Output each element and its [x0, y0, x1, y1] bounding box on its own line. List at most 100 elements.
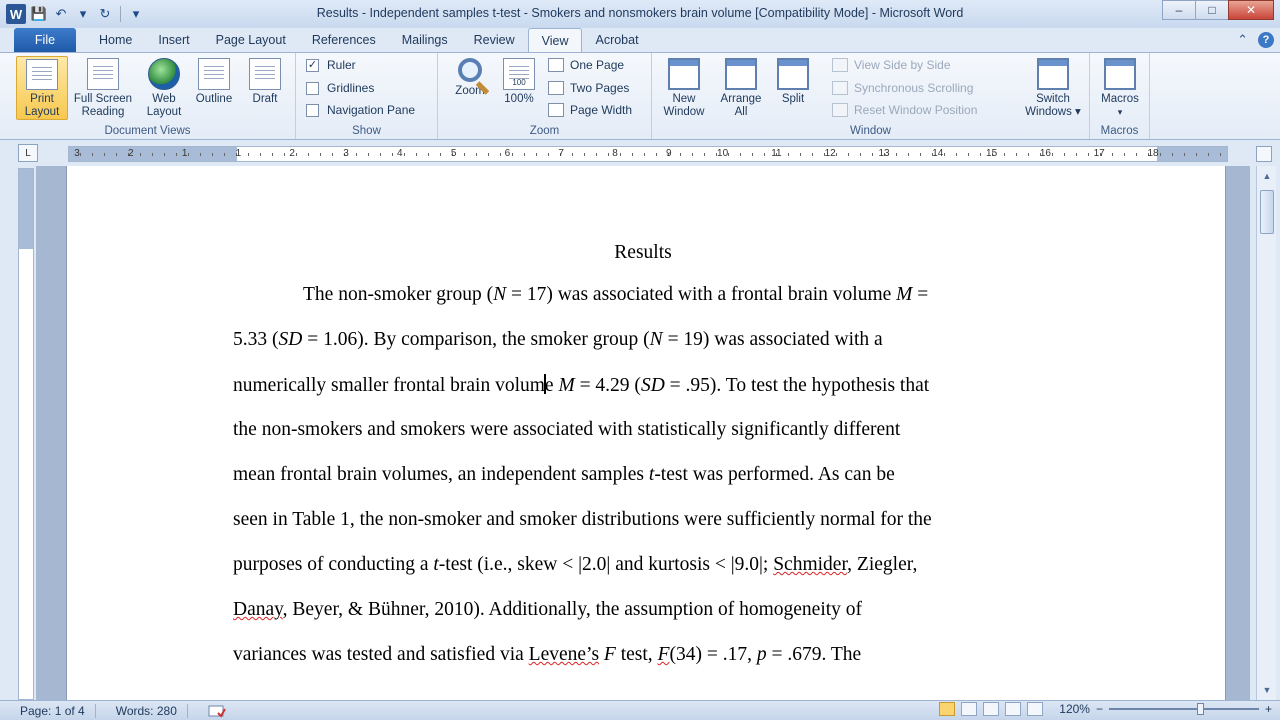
text-line: purposes of conducting a t-test (i.e., s… — [233, 554, 1063, 599]
draft-button[interactable]: Draft — [239, 56, 291, 120]
zoom-knob[interactable] — [1196, 703, 1204, 715]
ruler-number: 10 — [717, 148, 729, 159]
text-run: N — [649, 329, 663, 350]
ruler-number: 4 — [397, 148, 403, 159]
tab-selector-button[interactable]: L — [18, 144, 38, 162]
document-page[interactable]: Results The non-smoker group (N = 17) wa… — [66, 166, 1226, 700]
web-layout-button[interactable]: Web Layout — [138, 56, 190, 120]
web-layout-label: Web Layout — [146, 93, 182, 118]
page-width-button[interactable]: Page Width — [548, 103, 632, 117]
print-layout-button[interactable]: Print Layout — [16, 56, 68, 120]
customize-qat-icon[interactable]: ▾ — [127, 5, 145, 23]
word-logo-icon[interactable]: W — [6, 4, 26, 24]
vertical-scrollbar[interactable]: ▲ ▼ — [1256, 166, 1276, 700]
group-label-zoom: Zoom — [529, 125, 560, 137]
scroll-down-icon[interactable]: ▼ — [1259, 682, 1275, 698]
undo-icon[interactable]: ↶ — [52, 5, 70, 23]
zoom-100-button[interactable]: 100 100% — [493, 56, 545, 120]
split-label: Split — [781, 93, 805, 105]
zoom-in-icon[interactable]: + — [1265, 702, 1272, 716]
zoom-slider[interactable] — [1108, 702, 1259, 716]
maximize-button[interactable]: □ — [1195, 0, 1229, 20]
tab-home[interactable]: Home — [86, 28, 145, 52]
minimize-button[interactable]: – — [1162, 0, 1196, 20]
word-count[interactable]: Words: 280 — [96, 701, 187, 720]
ruler-number: 12 — [824, 148, 836, 159]
two-pages-button[interactable]: Two Pages — [548, 81, 629, 95]
save-icon[interactable]: 💾 — [30, 5, 48, 23]
view-side-by-side-button[interactable]: View Side by Side — [832, 58, 951, 72]
switch-windows-icon — [1037, 58, 1069, 90]
split-button[interactable]: Split — [767, 56, 819, 120]
draft-view-icon[interactable] — [1027, 702, 1044, 716]
help-icon[interactable]: ? — [1258, 32, 1274, 48]
web-layout-view-icon[interactable] — [983, 702, 1000, 716]
gridlines-label: Gridlines — [327, 81, 375, 95]
misspelled-word: Danay — [233, 599, 283, 620]
misspelled-word: Schmider — [773, 554, 848, 575]
text-run: seen in Table 1, the non-smoker and smok… — [233, 509, 932, 530]
text-run: the non-smokers and smokers were associa… — [233, 419, 901, 440]
text-run: SD — [640, 375, 665, 396]
quick-access-toolbar: W 💾 ↶ ▾ ↻ ▾ — [0, 4, 200, 24]
synchronous-scrolling-button[interactable]: Synchronous Scrolling — [832, 81, 973, 95]
undo-dropdown-icon[interactable]: ▾ — [74, 5, 92, 23]
horizontal-ruler[interactable]: 3 2 1 1 2 3 4 5 6 7 8 9 10 11 12 13 14 15 16 17 18 — [68, 146, 1228, 162]
ruler-number: 5 — [450, 148, 457, 159]
macros-button[interactable]: Macros ▾ — [1094, 56, 1146, 120]
reset-window-position-label: Reset Window Position — [854, 103, 978, 117]
macros-dropdown-icon: ▾ — [1117, 107, 1123, 117]
tab-view[interactable]: View — [527, 28, 583, 52]
arrange-all-button[interactable]: Arrange All — [715, 56, 767, 120]
tab-references[interactable]: References — [299, 28, 389, 52]
zoom-button[interactable]: Zoom — [444, 56, 496, 120]
page-count[interactable]: Page: 1 of 4 — [0, 701, 95, 720]
minimize-ribbon-icon[interactable]: ⌃ — [1237, 32, 1248, 48]
group-label-document-views: Document Views — [104, 125, 191, 137]
text-run: purposes of conducting a — [233, 554, 434, 575]
redo-icon[interactable]: ↻ — [96, 5, 114, 23]
full-screen-view-icon[interactable] — [961, 702, 978, 716]
ruler-number: 9 — [666, 148, 672, 159]
proofing-icon[interactable] — [188, 701, 236, 720]
scroll-thumb[interactable] — [1260, 190, 1274, 234]
navigation-pane-checkbox[interactable]: Navigation Pane — [306, 103, 415, 117]
switch-windows-label: Switch Windows ▾ — [1022, 93, 1084, 119]
tab-mailings[interactable]: Mailings — [389, 28, 461, 52]
text-run: N — [493, 284, 507, 305]
document-area: Results The non-smoker group (N = 17) wa… — [36, 166, 1250, 700]
print-layout-view-icon[interactable] — [939, 702, 956, 716]
switch-windows-button[interactable]: Switch Windows ▾ — [1022, 56, 1084, 120]
ruler-checkbox[interactable]: ✓ Ruler — [306, 58, 356, 72]
one-page-button[interactable]: One Page — [548, 58, 624, 72]
zoom-level[interactable]: 120% — [1059, 702, 1090, 716]
ruler-number: 1 — [235, 148, 242, 159]
tab-acrobat[interactable]: Acrobat — [582, 28, 651, 52]
outline-view-icon[interactable] — [1005, 702, 1022, 716]
close-button[interactable]: ✕ — [1228, 0, 1274, 20]
text-line: mean frontal brain volumes, an independe… — [233, 464, 1063, 509]
ruler-number: 2 — [289, 148, 295, 159]
new-window-button[interactable]: New Window — [658, 56, 710, 120]
vertical-ruler[interactable] — [18, 168, 34, 700]
zoom-out-icon[interactable]: − — [1096, 702, 1103, 716]
outline-button[interactable]: Outline — [188, 56, 240, 120]
scroll-up-icon[interactable]: ▲ — [1259, 168, 1275, 184]
tab-file[interactable]: File — [14, 28, 76, 52]
misspelled-word: F — [657, 644, 670, 665]
document-paragraph: The non-smoker group (N = 17) was associ… — [233, 284, 1063, 689]
document-body[interactable]: Results The non-smoker group (N = 17) wa… — [233, 242, 1063, 689]
tab-insert[interactable]: Insert — [145, 28, 202, 52]
ruler-check-icon: ✓ — [306, 58, 319, 72]
text-run: e — [544, 375, 559, 396]
tab-review[interactable]: Review — [461, 28, 528, 52]
proofing-book-icon — [208, 705, 226, 718]
text-run: M — [558, 375, 575, 396]
view-ruler-button[interactable] — [1256, 146, 1272, 162]
gridlines-checkbox[interactable]: Gridlines — [306, 81, 374, 95]
reset-window-position-button[interactable]: Reset Window Position — [832, 103, 977, 117]
tab-page-layout[interactable]: Page Layout — [203, 28, 299, 52]
group-label-macros: Macros — [1100, 125, 1139, 137]
full-screen-reading-button[interactable]: Full Screen Reading — [70, 56, 136, 120]
navigation-pane-check-box — [306, 103, 319, 117]
